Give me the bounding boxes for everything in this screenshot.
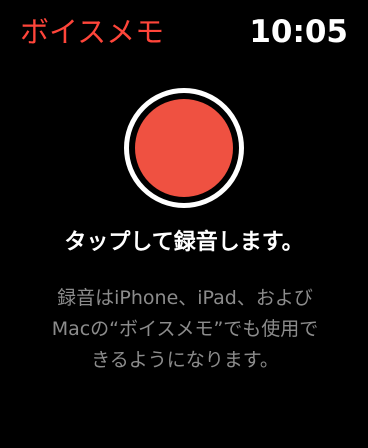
status-bar: ボイスメモ 10:05 bbox=[0, 0, 368, 64]
description-line-3: きるようになります。 bbox=[91, 349, 279, 371]
record-prompt: タップして録音します。 bbox=[64, 230, 304, 255]
description-line-1: 録音はiPhone、iPad、および bbox=[57, 287, 313, 309]
clock: 10:05 bbox=[249, 14, 348, 50]
record-icon bbox=[135, 99, 233, 197]
record-button[interactable] bbox=[124, 88, 244, 208]
sync-description: 録音はiPhone、iPad、および Macの“ボイスメモ”でも使用で きるよう… bbox=[22, 283, 348, 376]
app-title[interactable]: ボイスメモ bbox=[20, 14, 164, 50]
description-line-2: Macの“ボイスメモ”でも使用で bbox=[51, 318, 319, 340]
